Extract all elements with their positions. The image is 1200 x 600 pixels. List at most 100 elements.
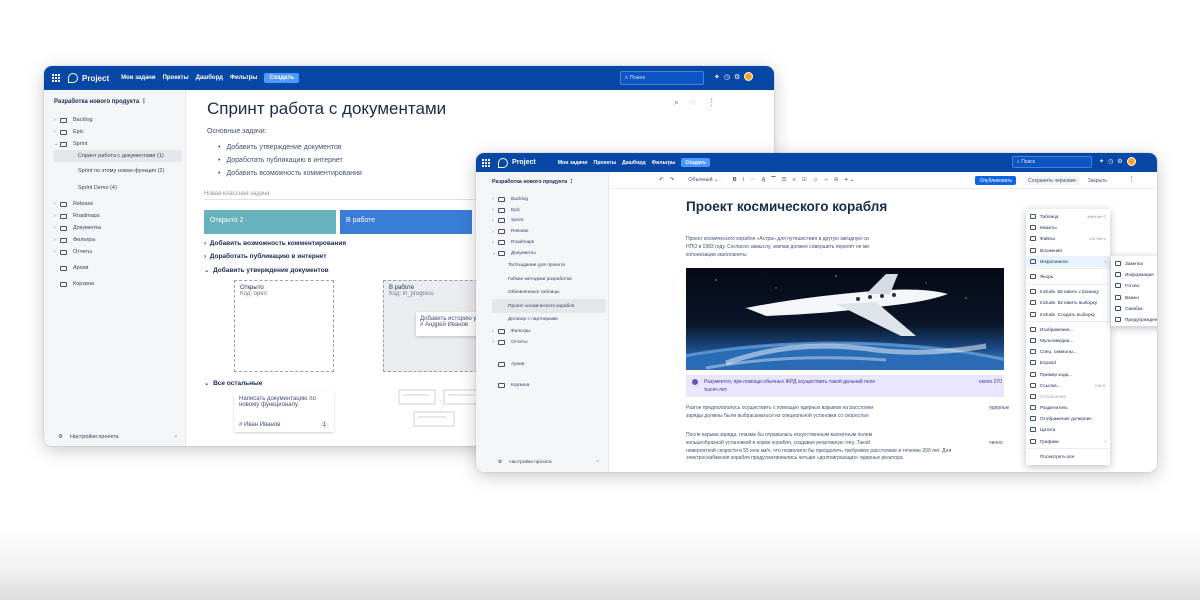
task-card[interactable]: Написать документацию по новому функцион… <box>234 392 334 432</box>
paragraph[interactable]: Разгон предполагалось осуществить с помо… <box>686 405 873 421</box>
menu-item[interactable]: Важно <box>1111 292 1157 303</box>
menu-item[interactable]: Готово <box>1111 280 1157 291</box>
project-settings-link[interactable]: ⚙ Настройки проекта <box>498 460 552 465</box>
sidebar-item-trash[interactable]: Корзина <box>492 380 606 391</box>
close-button[interactable]: Закрыть <box>1088 178 1107 184</box>
insert-plus-icon[interactable]: + ⌄ <box>845 177 854 183</box>
menu-item[interactable]: Include. Вставить страницу <box>1026 286 1110 297</box>
search-input[interactable]: ⌕ Поиск <box>1012 156 1092 168</box>
paragraph[interactable]: Проект космического корабля «Астра» для … <box>686 236 869 259</box>
more-icon[interactable]: ⋮ <box>1128 175 1135 183</box>
collapse-sidebar-icon[interactable]: « <box>596 459 599 465</box>
sidebar-item-documents[interactable]: › Документы <box>54 222 182 234</box>
sidebar-item-reports[interactable]: › Отчеты <box>492 337 606 348</box>
menu-item[interactable]: Спец. символы... <box>1026 346 1110 357</box>
sidebar-sprint-item[interactable]: Sprint Demo (4) <box>54 182 182 194</box>
avatar[interactable] <box>744 72 754 81</box>
star-icon[interactable]: ☆ <box>689 97 697 108</box>
group-header[interactable]: ⌄ Добавить утверждение документов <box>204 266 329 274</box>
search-input[interactable]: ⌕ Поиск <box>620 71 704 85</box>
sidebar-item-backlog[interactable]: › Backlog <box>492 194 606 205</box>
sidebar-item-filters[interactable]: › Фильтры <box>492 326 606 337</box>
sidebar-item-epic[interactable]: › Epic <box>54 126 182 138</box>
logo[interactable]: Project <box>498 157 536 168</box>
history-icon[interactable]: ◷ <box>1108 158 1113 165</box>
menu-item[interactable]: Цитата <box>1026 424 1110 435</box>
menu-item[interactable]: Якорь <box>1026 271 1110 282</box>
sidebar-item-archive[interactable]: Архив <box>492 359 606 370</box>
sidebar-item-release[interactable]: › Release <box>492 226 606 237</box>
link-icon[interactable]: ⊘ <box>834 177 839 183</box>
menu-item[interactable]: Ссылка... Ctrl+K <box>1026 380 1110 391</box>
more-icon[interactable]: ⋮ <box>707 97 716 108</box>
settings-icon[interactable]: ⚙ <box>1117 158 1122 165</box>
spaceship-image[interactable] <box>686 268 1004 370</box>
notifications-icon[interactable]: ✦ <box>714 73 720 81</box>
nav-projects[interactable]: Проекты <box>594 160 617 166</box>
more-icon[interactable]: ⋮ <box>141 99 147 105</box>
save-draft-button[interactable]: Сохранить черновик <box>1025 176 1079 185</box>
notifications-icon[interactable]: ✦ <box>1099 158 1104 165</box>
sidebar-doc-item[interactable]: Договор с партнерами <box>492 313 606 327</box>
group-header[interactable]: › Добавить возможность комментирования <box>204 240 346 247</box>
sidebar-item-filters[interactable]: › Фильтры <box>54 234 182 246</box>
italic-button[interactable]: I <box>743 177 745 183</box>
project-settings-link[interactable]: ⚙ Настройки проекта <box>58 434 119 440</box>
sidebar-doc-item[interactable]: Гибкие методики разработки <box>492 272 606 286</box>
logo[interactable]: Project <box>68 73 109 83</box>
menu-item[interactable]: Файлы Ctrl+alt+x <box>1026 233 1110 244</box>
create-button[interactable]: Создать <box>681 158 711 167</box>
menu-item[interactable]: Пример кода... <box>1026 368 1110 379</box>
menu-item[interactable]: Заметка <box>1111 258 1157 269</box>
menu-item[interactable]: Изображение... <box>1026 324 1110 335</box>
avatar[interactable] <box>1126 157 1136 166</box>
info-panel[interactable]: Разумеется, при помощи обычных ЖРД осуще… <box>686 375 1004 397</box>
nav-filters[interactable]: Фильтры <box>230 75 258 81</box>
sidebar-item-sprint[interactable]: › Sprint <box>492 216 606 227</box>
document-title[interactable]: Проект космического корабля <box>686 199 887 214</box>
highlight-icon[interactable]: ▔ <box>771 177 775 183</box>
nav-my-tasks[interactable]: Мои задачи <box>558 160 588 166</box>
redo-icon[interactable]: ↷ <box>670 177 675 183</box>
sidebar-item-trash[interactable]: Корзина <box>54 278 182 290</box>
undo-icon[interactable]: ↶ <box>659 177 664 183</box>
sidebar-item-backlog[interactable]: › Backlog <box>54 114 182 126</box>
text-color-icon[interactable]: A̲ <box>762 177 766 183</box>
more-formatting-button[interactable]: ··· <box>750 177 756 183</box>
menu-item[interactable]: Макеты <box>1026 222 1110 233</box>
menu-item[interactable]: Отображение дочерних <box>1026 413 1110 424</box>
create-button[interactable]: Создать <box>264 73 300 83</box>
emoji-icon[interactable]: ☺ <box>813 177 819 183</box>
menu-item[interactable]: Графики › <box>1026 436 1110 447</box>
menu-item[interactable]: Предупреждение <box>1111 314 1157 325</box>
column-in-progress[interactable]: В работе <box>340 210 472 234</box>
sidebar-item-epic[interactable]: › Epic <box>492 205 606 216</box>
sidebar-item-reports[interactable]: › Отчеты <box>54 246 182 258</box>
project-name[interactable]: Разработка нового продукта ⋮ <box>492 179 574 185</box>
menu-item[interactable]: Include. Создать выборку <box>1026 309 1110 320</box>
sidebar-item-sprint[interactable]: ⌄ Sprint <box>54 138 182 150</box>
group-header[interactable]: ⌄ Все остальные <box>204 379 262 387</box>
task-list-icon[interactable]: ☑ <box>802 177 807 183</box>
paragraph[interactable]: После взрыва заряда, плазма бы отражалас… <box>686 432 951 463</box>
sidebar-doc-item[interactable]: Проект космического корабля <box>492 299 606 313</box>
sidebar-sprint-item[interactable]: Sprint по этому новая функция (2) <box>54 162 182 182</box>
nav-my-tasks[interactable]: Мои задачи <box>121 75 155 81</box>
column-open[interactable]: Открыто 2 <box>204 210 336 234</box>
collapse-sidebar-icon[interactable]: « <box>174 434 177 440</box>
sidebar-item-roadmaps[interactable]: › Roadmaps <box>54 210 182 222</box>
group-header[interactable]: › Доработать публикацию в интернет <box>204 253 327 260</box>
sidebar-item-documents[interactable]: ⌄ Документы <box>492 248 606 259</box>
sidebar-item-archive[interactable]: Архив <box>54 262 182 274</box>
app-switcher-icon[interactable] <box>52 74 60 82</box>
nav-dashboard[interactable]: Дашборд <box>196 75 223 81</box>
menu-item[interactable]: Посмотреть все <box>1026 451 1110 462</box>
settings-icon[interactable]: ⚙ <box>734 73 740 81</box>
menu-item[interactable]: Оглавление <box>1026 391 1110 402</box>
app-switcher-icon[interactable] <box>482 158 490 167</box>
publish-button[interactable]: Опубликовать <box>975 176 1017 185</box>
sidebar-doc-item[interactable]: Обновленные таблицы <box>492 286 606 300</box>
sidebar-sprint-item[interactable]: Спринт работа с документами (1) <box>54 150 182 162</box>
menu-item[interactable]: Вложения <box>1026 245 1110 256</box>
numbered-list-icon[interactable]: ≡ <box>793 177 796 183</box>
